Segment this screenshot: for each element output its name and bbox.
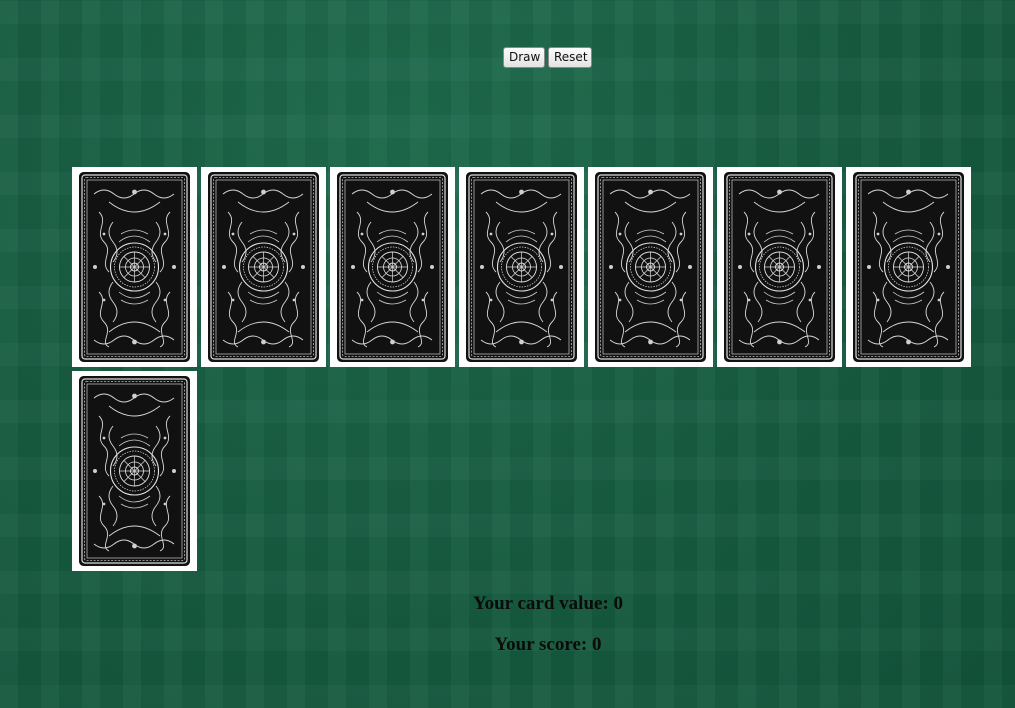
card-back[interactable] bbox=[846, 167, 971, 367]
card-back[interactable] bbox=[459, 167, 584, 367]
card-value-text: Your card value: 0 bbox=[472, 593, 624, 614]
reset-button[interactable]: Reset bbox=[548, 47, 592, 68]
card-back[interactable] bbox=[330, 167, 455, 367]
card-back[interactable] bbox=[588, 167, 713, 367]
draw-button[interactable]: Draw bbox=[503, 47, 545, 68]
card-back-pattern-icon bbox=[853, 172, 964, 362]
card-back-pattern-icon bbox=[79, 172, 190, 362]
card-back[interactable] bbox=[201, 167, 326, 367]
card-back-pattern-icon bbox=[466, 172, 577, 362]
card-back-pattern-icon bbox=[79, 376, 190, 566]
card-back-pattern-icon bbox=[208, 172, 319, 362]
score-text: Your score: 0 bbox=[494, 634, 602, 655]
card-back-pattern-icon bbox=[595, 172, 706, 362]
controls-bar: Draw Reset bbox=[503, 47, 592, 68]
card-back[interactable] bbox=[72, 371, 197, 571]
card-back-pattern-icon bbox=[337, 172, 448, 362]
card-back-pattern-icon bbox=[724, 172, 835, 362]
card-back[interactable] bbox=[72, 167, 197, 367]
card-back[interactable] bbox=[717, 167, 842, 367]
